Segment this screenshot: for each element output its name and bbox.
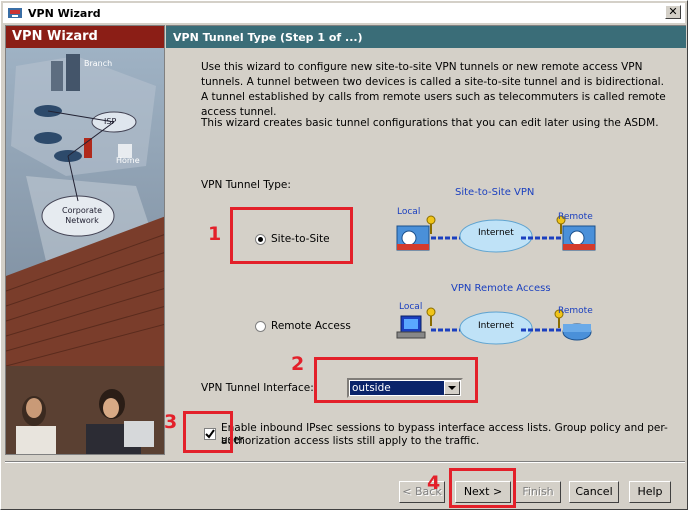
ra-internet-label: Internet (478, 321, 514, 331)
description-text-2: This wizard creates basic tunnel configu… (201, 117, 659, 129)
annotation-number-3: 3 (164, 411, 178, 433)
title-bar[interactable]: VPN Wizard ✕ (3, 3, 685, 23)
label-corporate-network: Corporate Network (62, 206, 102, 225)
s2s-internet-label: Internet (478, 228, 514, 238)
remote-access-radio[interactable] (255, 321, 266, 332)
app-icon (7, 5, 23, 21)
button-separator (5, 461, 685, 463)
diagram-s2s-title: Site-to-Site VPN (455, 187, 535, 198)
label-isp: ISP (104, 117, 117, 126)
tunnel-type-label: VPN Tunnel Type: (201, 179, 291, 191)
s2s-local-label: Local (397, 207, 421, 217)
annotation-box-4 (449, 468, 516, 508)
annotation-box-3 (183, 411, 233, 453)
finish-button[interactable]: Finish (515, 481, 561, 503)
close-icon[interactable]: ✕ (665, 5, 681, 19)
annotation-box-1 (230, 207, 353, 264)
sidebar-illustration: VPN Wizard Branch ISP Home Corporate Net… (5, 25, 165, 455)
annotation-number-1: 1 (208, 223, 222, 245)
sidebar-illustration-graphic (6, 48, 164, 454)
label-home: Home (116, 156, 140, 165)
description-text: Use this wizard to configure new site-to… (201, 61, 666, 118)
remote-access-label[interactable]: Remote Access (271, 320, 351, 332)
annotation-number-4: 4 (427, 472, 441, 494)
s2s-remote-label: Remote (558, 212, 593, 222)
window-title: VPN Wizard (28, 6, 101, 20)
vpn-wizard-window: VPN Wizard ✕ VPN Wizard Branch ISP Home … (0, 0, 688, 510)
ra-local-label: Local (399, 302, 423, 312)
cancel-button[interactable]: Cancel (569, 481, 619, 503)
label-branch: Branch (84, 59, 113, 68)
tunnel-interface-label: VPN Tunnel Interface: (201, 382, 314, 394)
annotation-number-2: 2 (291, 353, 305, 375)
page-title: VPN Tunnel Type (Step 1 of ...) (166, 26, 686, 48)
help-button[interactable]: Help (629, 481, 671, 503)
ra-remote-label: Remote (558, 306, 593, 316)
bypass-acl-label-line2[interactable]: authorization access lists still apply t… (221, 435, 479, 447)
sidebar-header: VPN Wizard (6, 26, 164, 48)
annotation-box-2 (314, 357, 478, 403)
diagram-ra-title: VPN Remote Access (451, 283, 551, 294)
